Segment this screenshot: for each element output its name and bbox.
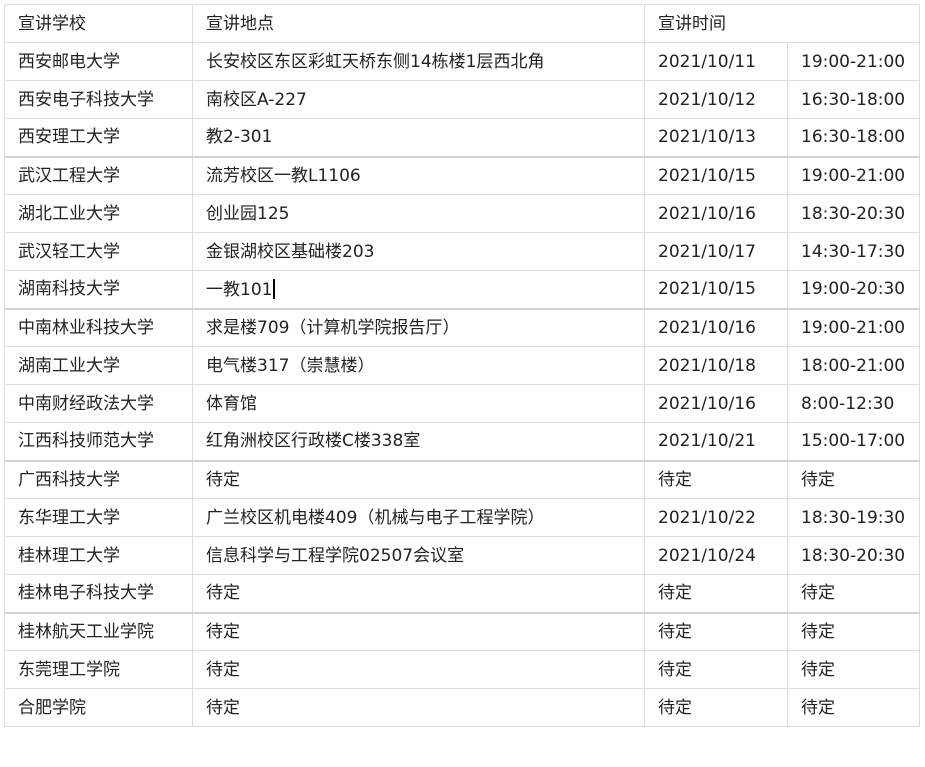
table-row: 东莞理工学院 待定 待定 待定: [4, 650, 920, 689]
school-cell[interactable]: 西安邮电大学: [4, 42, 193, 81]
time-cell[interactable]: 18:30-19:30: [787, 498, 920, 537]
time-cell[interactable]: 18:30-20:30: [787, 536, 920, 575]
school-cell[interactable]: 西安理工大学: [4, 118, 193, 157]
school-cell[interactable]: 广西科技大学: [4, 459, 193, 499]
place-cell-text: 一教101: [206, 279, 273, 300]
time-cell[interactable]: 待定: [787, 459, 920, 499]
header-time[interactable]: 宣讲时间: [644, 4, 920, 43]
time-cell[interactable]: 18:30-20:30: [787, 194, 920, 233]
time-cell[interactable]: 待定: [787, 688, 920, 727]
school-cell[interactable]: 江西科技师范大学: [4, 422, 193, 461]
school-cell[interactable]: 湖南科技大学: [4, 270, 193, 309]
school-cell[interactable]: 湖北工业大学: [4, 194, 193, 233]
date-cell[interactable]: 待定: [644, 611, 788, 651]
place-cell[interactable]: 长安校区东区彩虹天桥东侧14栋楼1层西北角: [192, 42, 645, 81]
place-cell[interactable]: 求是楼709（计算机学院报告厅）: [192, 307, 645, 347]
time-cell[interactable]: 19:00-21:00: [787, 155, 920, 195]
table-row: 东华理工大学 广兰校区机电楼409（机械与电子工程学院） 2021/10/22 …: [4, 498, 920, 537]
place-cell[interactable]: 待定: [192, 574, 645, 613]
table-row: 桂林理工大学 信息科学与工程学院02507会议室 2021/10/24 18:3…: [4, 536, 920, 575]
place-cell[interactable]: 金银湖校区基础楼203: [192, 232, 645, 271]
time-cell[interactable]: 14:30-17:30: [787, 232, 920, 271]
date-cell[interactable]: 2021/10/16: [644, 384, 788, 423]
time-cell[interactable]: 16:30-18:00: [787, 118, 920, 157]
schedule-table: 宣讲学校 宣讲地点 宣讲时间 西安邮电大学 长安校区东区彩虹天桥东侧14栋楼1层…: [4, 4, 920, 727]
date-cell[interactable]: 2021/10/11: [644, 42, 788, 81]
place-cell[interactable]: 南校区A-227: [192, 80, 645, 119]
school-cell[interactable]: 合肥学院: [4, 688, 193, 727]
date-cell[interactable]: 2021/10/24: [644, 536, 788, 575]
date-cell[interactable]: 2021/10/15: [644, 155, 788, 195]
header-row: 宣讲学校 宣讲地点 宣讲时间: [4, 4, 920, 43]
place-cell[interactable]: 红角洲校区行政楼C楼338室: [192, 422, 645, 461]
schedule-sheet: 宣讲学校 宣讲地点 宣讲时间 西安邮电大学 长安校区东区彩虹天桥东侧14栋楼1层…: [4, 4, 920, 727]
school-cell[interactable]: 西安电子科技大学: [4, 80, 193, 119]
school-cell[interactable]: 武汉工程大学: [4, 155, 193, 195]
date-cell[interactable]: 待定: [644, 688, 788, 727]
date-cell[interactable]: 2021/10/16: [644, 307, 788, 347]
table-row: 西安理工大学 教2-301 2021/10/13 16:30-18:00: [4, 118, 920, 157]
school-cell[interactable]: 东华理工大学: [4, 498, 193, 537]
school-cell[interactable]: 武汉轻工大学: [4, 232, 193, 271]
place-cell[interactable]: 创业园125: [192, 194, 645, 233]
table-row: 江西科技师范大学 红角洲校区行政楼C楼338室 2021/10/21 15:00…: [4, 422, 920, 461]
text-cursor: [273, 278, 275, 299]
time-cell[interactable]: 待定: [787, 574, 920, 613]
place-cell-active[interactable]: 一教101: [192, 270, 645, 309]
date-cell[interactable]: 2021/10/15: [644, 270, 788, 309]
date-cell[interactable]: 2021/10/12: [644, 80, 788, 119]
date-cell[interactable]: 待定: [644, 459, 788, 499]
header-place[interactable]: 宣讲地点: [192, 4, 645, 43]
place-cell[interactable]: 体育馆: [192, 384, 645, 423]
place-cell[interactable]: 待定: [192, 459, 645, 499]
place-cell[interactable]: 待定: [192, 650, 645, 689]
table-row: 中南财经政法大学 体育馆 2021/10/16 8:00-12:30: [4, 384, 920, 423]
table-row: 广西科技大学 待定 待定 待定: [4, 459, 920, 499]
time-cell[interactable]: 19:00-21:00: [787, 42, 920, 81]
table-row: 湖南科技大学 一教101 2021/10/15 19:00-20:30: [4, 270, 920, 309]
time-cell[interactable]: 待定: [787, 611, 920, 651]
school-cell[interactable]: 东莞理工学院: [4, 650, 193, 689]
header-school[interactable]: 宣讲学校: [4, 4, 193, 43]
table-row: 西安邮电大学 长安校区东区彩虹天桥东侧14栋楼1层西北角 2021/10/11 …: [4, 42, 920, 81]
table-row: 合肥学院 待定 待定 待定: [4, 688, 920, 727]
time-cell[interactable]: 16:30-18:00: [787, 80, 920, 119]
school-cell[interactable]: 桂林航天工业学院: [4, 611, 193, 651]
school-cell[interactable]: 中南林业科技大学: [4, 307, 193, 347]
time-cell[interactable]: 8:00-12:30: [787, 384, 920, 423]
date-cell[interactable]: 2021/10/13: [644, 118, 788, 157]
date-cell[interactable]: 待定: [644, 650, 788, 689]
date-cell[interactable]: 2021/10/22: [644, 498, 788, 537]
place-cell[interactable]: 电气楼317（崇慧楼）: [192, 346, 645, 385]
time-cell[interactable]: 待定: [787, 650, 920, 689]
place-cell[interactable]: 待定: [192, 688, 645, 727]
time-cell[interactable]: 18:00-21:00: [787, 346, 920, 385]
place-cell[interactable]: 待定: [192, 611, 645, 651]
time-cell[interactable]: 15:00-17:00: [787, 422, 920, 461]
table-row: 武汉轻工大学 金银湖校区基础楼203 2021/10/17 14:30-17:3…: [4, 232, 920, 271]
table-row: 湖南工业大学 电气楼317（崇慧楼） 2021/10/18 18:00-21:0…: [4, 346, 920, 385]
date-cell[interactable]: 待定: [644, 574, 788, 613]
time-cell[interactable]: 19:00-20:30: [787, 270, 920, 309]
table-row: 桂林电子科技大学 待定 待定 待定: [4, 574, 920, 613]
school-cell[interactable]: 中南财经政法大学: [4, 384, 193, 423]
date-cell[interactable]: 2021/10/17: [644, 232, 788, 271]
table-row: 桂林航天工业学院 待定 待定 待定: [4, 611, 920, 651]
table-row: 湖北工业大学 创业园125 2021/10/16 18:30-20:30: [4, 194, 920, 233]
place-cell[interactable]: 教2-301: [192, 118, 645, 157]
place-cell[interactable]: 信息科学与工程学院02507会议室: [192, 536, 645, 575]
date-cell[interactable]: 2021/10/18: [644, 346, 788, 385]
school-cell[interactable]: 桂林电子科技大学: [4, 574, 193, 613]
date-cell[interactable]: 2021/10/16: [644, 194, 788, 233]
place-cell[interactable]: 广兰校区机电楼409（机械与电子工程学院）: [192, 498, 645, 537]
place-cell[interactable]: 流芳校区一教L1106: [192, 155, 645, 195]
table-row: 中南林业科技大学 求是楼709（计算机学院报告厅） 2021/10/16 19:…: [4, 307, 920, 347]
date-cell[interactable]: 2021/10/21: [644, 422, 788, 461]
time-cell[interactable]: 19:00-21:00: [787, 307, 920, 347]
table-row: 武汉工程大学 流芳校区一教L1106 2021/10/15 19:00-21:0…: [4, 155, 920, 195]
table-row: 西安电子科技大学 南校区A-227 2021/10/12 16:30-18:00: [4, 80, 920, 119]
school-cell[interactable]: 湖南工业大学: [4, 346, 193, 385]
school-cell[interactable]: 桂林理工大学: [4, 536, 193, 575]
